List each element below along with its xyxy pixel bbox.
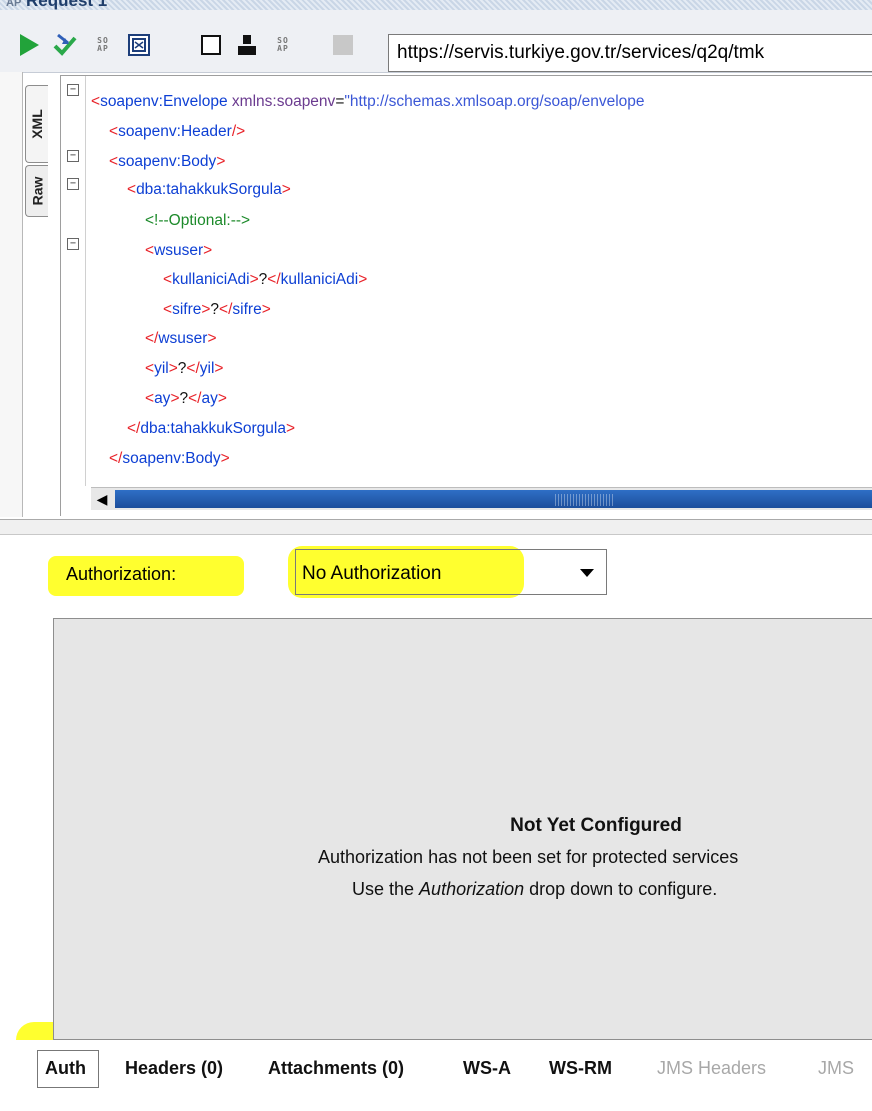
authorization-selected-value: No Authorization xyxy=(302,563,442,584)
endpoint-url-field[interactable]: https://servis.turkiye.gov.tr/services/q… xyxy=(388,34,872,72)
scroll-left-arrow-icon[interactable]: ◀ xyxy=(91,488,113,510)
xml-line: <soapenv:Envelope xmlns:soapenv="http://… xyxy=(91,93,645,110)
window-title: Request 1 xyxy=(26,0,108,10)
soap-icon: SO AP xyxy=(277,36,289,53)
tab-jms-headers[interactable]: JMS Headers xyxy=(657,1058,766,1079)
stop-icon xyxy=(333,35,353,55)
xml-line: <wsuser> xyxy=(145,242,213,259)
square-icon xyxy=(201,35,221,55)
tab-raw-label: Raw xyxy=(29,176,46,206)
split-pane-divider[interactable] xyxy=(0,519,872,535)
stop-button[interactable] xyxy=(330,32,356,58)
xml-line: </soapenv:Body> xyxy=(109,450,230,467)
soap-icon: SO AP xyxy=(97,36,109,53)
tab-jms[interactable]: JMS xyxy=(818,1058,854,1079)
xml-line: <soapenv:Header/> xyxy=(109,123,246,140)
scrollbar-thumb[interactable] xyxy=(115,490,872,508)
tab-xml[interactable]: XML xyxy=(25,85,48,163)
tab-ws-a[interactable]: WS-A xyxy=(463,1058,511,1079)
frame-icon xyxy=(128,34,150,56)
user-icon xyxy=(238,35,256,55)
play-icon xyxy=(20,34,39,56)
authorization-dropdown[interactable]: No Authorization xyxy=(295,549,607,595)
scrollbar-grip xyxy=(555,494,615,506)
request-toolbar: SO AP SO AP https://servis.turkiye.gov.t… xyxy=(0,10,872,73)
maximize-button[interactable] xyxy=(198,32,224,58)
create-test-case-button[interactable] xyxy=(52,32,78,58)
tab-ws-rm[interactable]: WS-RM xyxy=(549,1058,612,1079)
check-arrow-icon xyxy=(53,33,77,56)
validate-button[interactable] xyxy=(126,32,152,58)
fold-toggle[interactable]: − xyxy=(67,84,79,96)
tab-auth[interactable]: Auth xyxy=(45,1058,86,1079)
xml-line: </wsuser> xyxy=(145,330,217,347)
editor-side-gutter xyxy=(0,72,23,517)
horizontal-scrollbar[interactable]: ◀ xyxy=(91,487,872,510)
xml-line: <kullaniciAdi>?</kullaniciAdi> xyxy=(163,271,368,288)
xml-comment-line: <!--Optional:--> xyxy=(145,212,251,229)
soap-action-button-1[interactable]: SO AP xyxy=(90,32,116,58)
fold-toggle[interactable]: − xyxy=(67,178,79,190)
xml-line: <ay>?</ay> xyxy=(145,390,227,407)
tab-xml-label: XML xyxy=(29,109,45,139)
fold-toggle[interactable]: − xyxy=(67,238,79,250)
chevron-down-icon xyxy=(580,569,594,577)
tab-raw[interactable]: Raw xyxy=(25,165,48,217)
xml-line: <sifre>?</sifre> xyxy=(163,301,271,318)
submit-request-button[interactable] xyxy=(16,32,42,58)
user-button[interactable] xyxy=(234,32,260,58)
soap-action-button-2[interactable]: SO AP xyxy=(270,32,296,58)
not-configured-hint: Use the Authorization drop down to confi… xyxy=(352,879,718,899)
xml-line: <yil>?</yil> xyxy=(145,360,224,377)
tab-headers[interactable]: Headers (0) xyxy=(125,1058,223,1079)
not-configured-message: Authorization has not been set for prote… xyxy=(318,847,739,867)
authorization-label: Authorization: xyxy=(66,564,177,584)
fold-toggle[interactable]: − xyxy=(67,150,79,162)
xml-line: <soapenv:Body> xyxy=(109,153,226,170)
xml-editor[interactable]: − − − − <soapenv:Envelope xmlns:soapenv=… xyxy=(60,75,872,516)
app-badge: AP xyxy=(6,0,22,9)
xml-line: </dba:tahakkukSorgula> xyxy=(127,420,296,437)
xml-line: <dba:tahakkukSorgula> xyxy=(127,181,291,198)
window-title-bar: AP Request 1 xyxy=(0,0,872,10)
not-configured-title: Not Yet Configured xyxy=(510,815,682,836)
tab-attachments[interactable]: Attachments (0) xyxy=(268,1058,404,1079)
fold-gutter: − − − − xyxy=(61,76,86,486)
